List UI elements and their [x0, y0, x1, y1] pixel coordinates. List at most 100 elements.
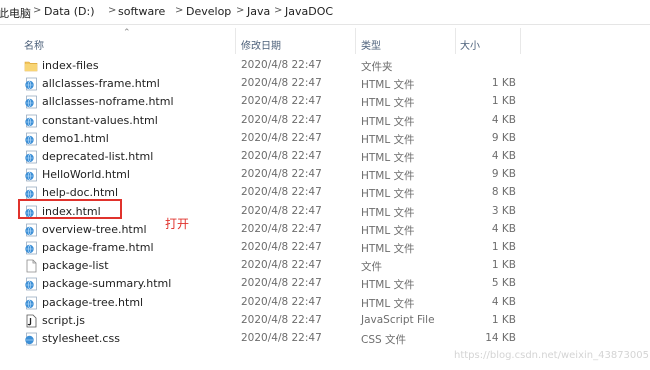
file-type: HTML 文件 [361, 279, 415, 292]
file-name: stylesheet.css [42, 332, 120, 345]
file-date: 2020/4/8 22:47 [241, 313, 322, 326]
file-size: 1 KB [491, 77, 516, 90]
file-row[interactable]: overview-tree.html 2020/4/8 22:47 HTML 文件 4… [0, 221, 650, 239]
file-date: 2020/4/8 22:47 [241, 113, 322, 126]
sort-ascending-icon: ⌃ [123, 28, 131, 38]
file-name: constant-values.html [42, 113, 158, 127]
file-name: allclasses-noframe.html [42, 95, 174, 109]
file-row[interactable]: HelloWorld.html 2020/4/8 22:47 HTML 文件 9 KB [0, 166, 650, 184]
file-size: 4 KB [491, 222, 516, 235]
html-file-icon [24, 296, 38, 310]
breadcrumb-javadoc[interactable]: JavaDOC [285, 5, 333, 18]
file-type: 文件夹 [361, 61, 393, 73]
html-file-icon [24, 77, 38, 91]
html-file-icon [24, 114, 38, 128]
file-date: 2020/4/8 22:47 [241, 77, 322, 90]
breadcrumb-java[interactable]: Java [247, 5, 270, 18]
breadcrumb-this-pc[interactable]: 此电脑 [0, 5, 31, 21]
file-size: 1 KB [491, 241, 516, 253]
file-size: 1 KB [491, 313, 516, 326]
file-date: 2020/4/8 22:47 [241, 150, 322, 162]
file-type: 文件 [361, 261, 382, 274]
column-header-size[interactable]: 大小 [460, 37, 480, 52]
css-file-icon [24, 332, 38, 346]
file-name: demo1.html [42, 131, 109, 145]
highlight-box [18, 199, 122, 219]
column-header-row: 名称 修改日期 类型 大小 [0, 28, 650, 56]
file-type: HTML 文件 [361, 115, 415, 128]
file-type: HTML 文件 [361, 243, 415, 255]
file-row[interactable]: script.js 2020/4/8 22:47 JavaScript File 1 … [0, 312, 650, 330]
file-date: 2020/4/8 22:47 [241, 204, 322, 217]
html-file-icon [24, 277, 38, 291]
file-type: HTML 文件 [361, 297, 415, 310]
html-file-icon [24, 95, 38, 109]
file-name: overview-tree.html [42, 222, 147, 236]
file-row[interactable]: package-frame.html 2020/4/8 22:47 HTML 文件 1… [0, 239, 650, 257]
column-divider[interactable] [235, 28, 236, 54]
file-row[interactable]: constant-values.html 2020/4/8 22:47 HTML 文… [0, 112, 650, 130]
file-type: HTML 文件 [361, 224, 415, 237]
file-row[interactable]: index-files 2020/4/8 22:47 文件夹 [0, 57, 650, 75]
file-row[interactable]: demo1.html 2020/4/8 22:47 HTML 文件 9 KB [0, 130, 650, 148]
file-row[interactable]: stylesheet.css 2020/4/8 22:47 CSS 文件 14 KB [0, 330, 650, 348]
file-row[interactable]: allclasses-frame.html 2020/4/8 22:47 HTML … [0, 75, 650, 93]
html-file-icon [24, 241, 38, 255]
file-size: 14 KB [485, 332, 516, 344]
html-file-icon [24, 132, 38, 146]
file-type: CSS 文件 [361, 334, 406, 346]
file-date: 2020/4/8 22:47 [241, 295, 322, 308]
file-name: help-doc.html [42, 186, 119, 200]
file-type: HTML 文件 [361, 206, 415, 219]
file-type: HTML 文件 [361, 133, 415, 146]
file-type: HTML 文件 [361, 170, 415, 183]
breadcrumb-chevron-icon[interactable]: > [108, 5, 116, 16]
file-row[interactable]: package-list 2020/4/8 22:47 文件 1 KB [0, 257, 650, 275]
file-row[interactable]: deprecated-list.html 2020/4/8 22:47 HTML 文… [0, 148, 650, 166]
file-name: index-files [42, 59, 99, 72]
breadcrumb-software[interactable]: software [118, 5, 165, 18]
file-name: deprecated-list.html [42, 150, 154, 163]
file-name: script.js [42, 313, 85, 327]
file-date: 2020/4/8 22:47 [241, 222, 322, 235]
column-header-name[interactable]: 名称 [24, 37, 44, 52]
file-type: JavaScript File [361, 313, 435, 326]
file-date: 2020/4/8 22:47 [241, 332, 322, 344]
breadcrumb-chevron-icon[interactable]: > [175, 5, 183, 16]
column-divider[interactable] [355, 28, 356, 54]
column-header-type[interactable]: 类型 [361, 37, 381, 52]
file-size: 5 KB [491, 277, 516, 290]
address-bar-breadcrumb[interactable]: 此电脑 > Data (D:) > software > Develop > J… [0, 0, 650, 25]
file-name: package-tree.html [42, 295, 144, 309]
html-file-icon [24, 168, 38, 182]
column-header-date[interactable]: 修改日期 [241, 37, 281, 52]
html-file-icon [24, 150, 38, 164]
file-row[interactable]: allclasses-noframe.html 2020/4/8 22:47 HTM… [0, 93, 650, 111]
breadcrumb-data-drive[interactable]: Data (D:) [44, 5, 95, 18]
file-size: 9 KB [491, 168, 516, 181]
breadcrumb-chevron-icon[interactable]: > [33, 5, 41, 16]
file-name: package-list [42, 259, 109, 273]
column-divider[interactable] [455, 28, 456, 54]
file-row[interactable]: package-tree.html 2020/4/8 22:47 HTML 文件 4 … [0, 294, 650, 312]
file-size: 8 KB [491, 186, 516, 199]
html-file-icon [24, 223, 38, 237]
breadcrumb-chevron-icon[interactable]: > [274, 5, 282, 16]
file-name: allclasses-frame.html [42, 77, 160, 91]
file-date: 2020/4/8 22:47 [241, 241, 322, 253]
column-divider[interactable] [520, 28, 521, 54]
file-type: HTML 文件 [361, 79, 415, 92]
file-date: 2020/4/8 22:47 [241, 131, 322, 144]
folder-icon [24, 59, 38, 73]
file-size: 1 KB [491, 95, 516, 108]
breadcrumb-develop[interactable]: Develop [186, 5, 231, 18]
file-date: 2020/4/8 22:47 [241, 59, 322, 71]
file-size: 1 KB [491, 259, 516, 272]
breadcrumb-chevron-icon[interactable]: > [236, 5, 244, 16]
file-date: 2020/4/8 22:47 [241, 259, 322, 272]
blank-file-icon [24, 259, 38, 273]
file-size: 4 KB [491, 113, 516, 126]
file-size: 9 KB [491, 131, 516, 144]
file-row[interactable]: package-summary.html 2020/4/8 22:47 HTML 文… [0, 275, 650, 293]
file-date: 2020/4/8 22:47 [241, 95, 322, 108]
